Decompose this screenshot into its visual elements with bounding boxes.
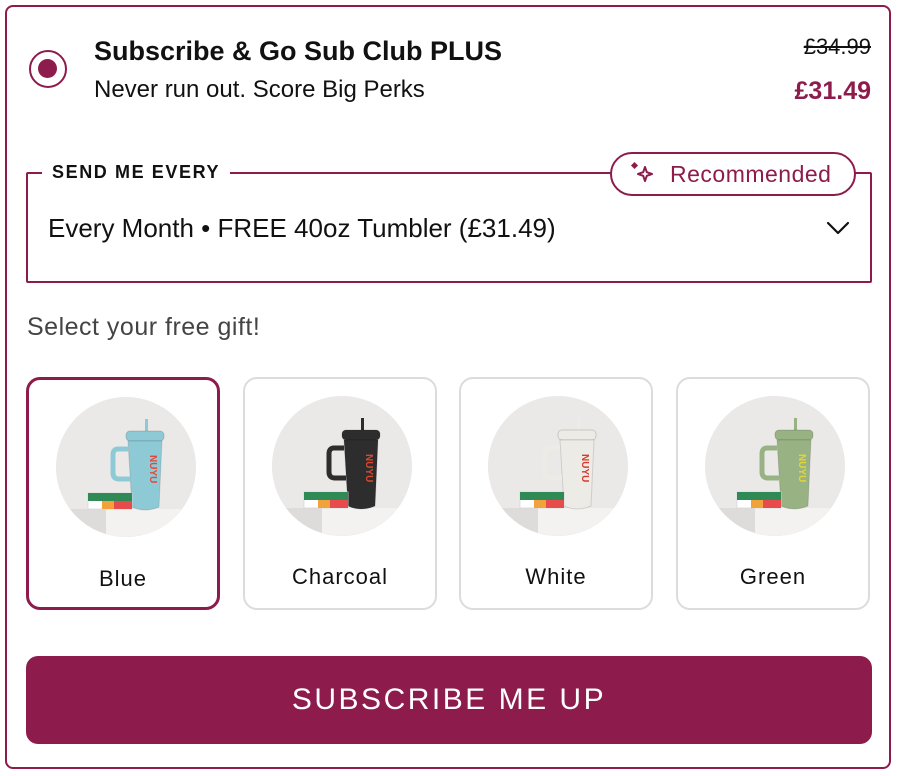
discounted-price: £31.49 bbox=[794, 77, 871, 105]
gift-option-white[interactable]: NUYU White bbox=[459, 377, 653, 610]
gift-option-charcoal[interactable]: NUYU Charcoal bbox=[243, 377, 437, 610]
svg-text:NUYU: NUYU bbox=[363, 454, 374, 482]
gift-option-label: Blue bbox=[98, 566, 148, 591]
recommended-label: Recommended bbox=[670, 160, 832, 187]
tumbler-image: NUYU bbox=[272, 396, 412, 536]
chevron-down-icon[interactable] bbox=[825, 218, 851, 238]
sparkle-icon bbox=[630, 161, 653, 182]
recommended-badge: Recommended bbox=[610, 152, 856, 196]
svg-text:NUYU: NUYU bbox=[579, 454, 590, 482]
gift-option-label: Green bbox=[739, 564, 807, 589]
svg-text:NUYU: NUYU bbox=[796, 454, 807, 482]
original-price: £34.99 bbox=[803, 34, 871, 59]
plan-radio-selected[interactable] bbox=[29, 50, 67, 88]
gift-option-label: Charcoal bbox=[291, 564, 389, 589]
plan-title: Subscribe & Go Sub Club PLUS bbox=[94, 36, 503, 66]
tumbler-image: NUYU bbox=[56, 397, 196, 537]
gift-heading: Select your free gift! bbox=[27, 313, 261, 341]
frequency-label: SEND ME EVERY bbox=[42, 162, 231, 183]
gift-option-blue[interactable]: NUYU Blue bbox=[26, 377, 220, 610]
svg-text:NUYU: NUYU bbox=[147, 455, 158, 483]
radio-dot bbox=[38, 59, 57, 78]
gift-option-green[interactable]: NUYU Green bbox=[676, 377, 870, 610]
gift-option-label: White bbox=[525, 564, 587, 589]
subscribe-button[interactable]: SUBSCRIBE ME UP bbox=[26, 656, 872, 744]
tumbler-image: NUYU bbox=[488, 396, 628, 536]
frequency-value: Every Month • FREE 40oz Tumbler (£31.49) bbox=[48, 213, 556, 243]
plan-subtitle: Never run out. Score Big Perks bbox=[94, 76, 425, 103]
tumbler-image: NUYU bbox=[705, 396, 845, 536]
